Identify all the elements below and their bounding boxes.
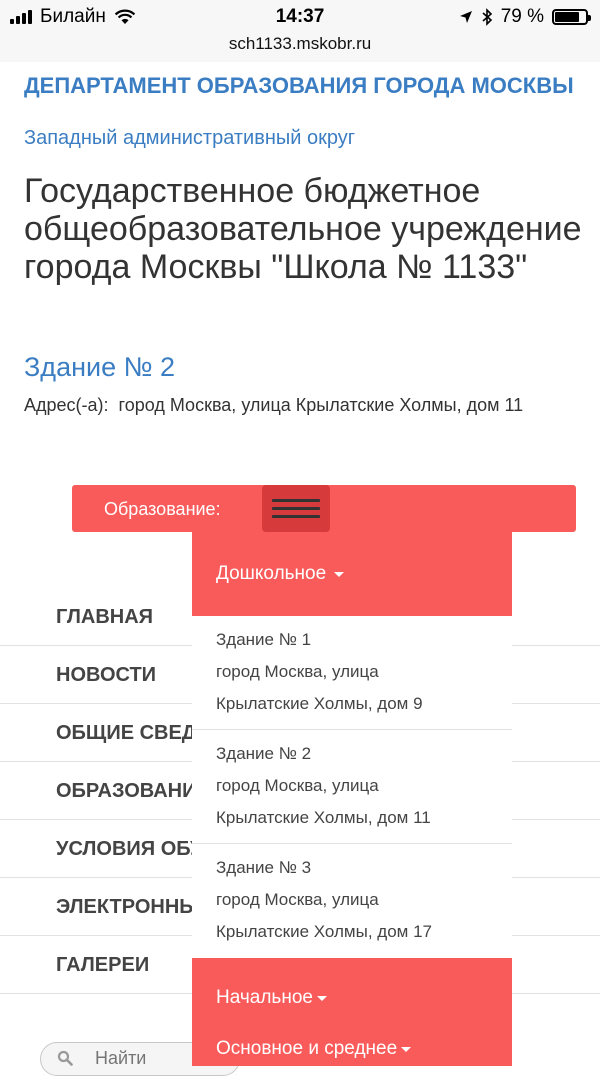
caret-down-icon [334, 571, 345, 577]
section-label[interactable]: Начальное [216, 987, 313, 1009]
building-name: Здание № 1 [216, 630, 312, 649]
menu-toggle-button[interactable] [262, 485, 330, 532]
section-label[interactable]: Дошкольное [216, 563, 326, 585]
building-address: Крылатские Холмы, дом 11 [216, 808, 431, 827]
address-value: город Москва, улица Крылатские Холмы, до… [118, 395, 524, 415]
status-bar: Билайн 14:37 79 % [0, 0, 600, 34]
school-name: Государственное бюджетное общеобразовате… [24, 172, 582, 286]
url-bar[interactable]: sch1133.mskobr.ru [0, 34, 600, 62]
building-entry[interactable]: Здание № 3 город Москва, улица Крылатски… [192, 844, 512, 958]
education-dropdown: Дошкольное Здание № 1 город Москва, улиц… [192, 532, 512, 1066]
hamburger-line-icon [272, 507, 320, 510]
dropdown-section-primary[interactable]: Начальное [192, 958, 512, 1038]
status-right: 79 % [459, 6, 591, 28]
hamburger-line-icon [272, 515, 320, 518]
education-bar: Образование: [72, 485, 576, 532]
location-arrow-icon [459, 11, 472, 23]
battery-icon [552, 9, 591, 25]
district-link[interactable]: Западный административный округ [24, 127, 355, 150]
caret-down-icon [316, 995, 327, 1001]
building-entry[interactable]: Здание № 1 город Москва, улица Крылатски… [192, 616, 512, 730]
url-text[interactable]: sch1133.mskobr.ru [229, 34, 371, 53]
hamburger-line-icon [272, 499, 320, 502]
battery-fill [555, 12, 579, 22]
section-label[interactable]: Основное и среднее [216, 1038, 397, 1060]
battery-percent: 79 % [500, 6, 544, 27]
building-address: Крылатские Холмы, дом 17 [216, 922, 432, 941]
building-entry[interactable]: Здание № 2 город Москва, улица Крылатски… [192, 730, 512, 844]
department-title[interactable]: ДЕПАРТАМЕНТ ОБРАЗОВАНИЯ ГОРОДА МОСКВЫ [24, 72, 584, 99]
dropdown-section-preschool[interactable]: Дошкольное [192, 532, 512, 616]
preschool-building-list: Здание № 1 город Москва, улица Крылатски… [192, 616, 512, 958]
address: Адрес(-а): город Москва, улица Крылатски… [24, 390, 584, 421]
education-label: Образование: [104, 499, 221, 519]
dropdown-section-secondary[interactable]: Основное и среднее [192, 1038, 512, 1066]
bluetooth-icon [482, 8, 492, 26]
address-label: Адрес(-а): [24, 395, 109, 415]
building-address: город Москва, улица [216, 662, 379, 681]
building-address: город Москва, улица [216, 890, 379, 909]
building-name: Здание № 2 [216, 744, 312, 763]
building-address: город Москва, улица [216, 776, 379, 795]
building-link[interactable]: Здание № 2 [24, 352, 175, 383]
building-address: Крылатские Холмы, дом 9 [216, 694, 423, 713]
caret-down-icon [401, 1047, 412, 1052]
search-icon [57, 1050, 73, 1066]
building-name: Здание № 3 [216, 858, 312, 877]
